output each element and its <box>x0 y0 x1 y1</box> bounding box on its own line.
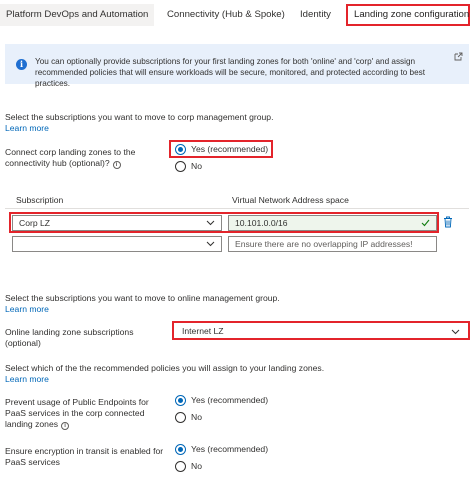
tab-identity[interactable]: Identity <box>294 4 337 26</box>
chevron-down-icon <box>206 220 215 226</box>
public-endpoints-label-line2: PaaS services in the corp connected <box>5 408 145 418</box>
new-address-input[interactable]: Ensure there are no overlapping IP addre… <box>228 236 437 252</box>
check-icon <box>421 219 430 227</box>
encryption-yes-radio[interactable] <box>175 444 186 455</box>
info-circle-icon[interactable]: i <box>112 161 121 169</box>
public-endpoints-label-line3: landing zones <box>5 419 59 429</box>
tab-landing-zone-configuration[interactable]: Landing zone configuration <box>346 4 470 26</box>
tab-platform-devops[interactable]: Platform DevOps and Automation <box>0 4 155 26</box>
tab-bar: Platform DevOps and Automation Connectiv… <box>0 0 474 30</box>
new-subscription-dropdown[interactable] <box>12 236 222 252</box>
online-subscriptions-label-line2: (optional) <box>5 338 41 348</box>
connect-corp-no-label: No <box>191 161 202 171</box>
corp-subscription-value: Corp LZ <box>19 218 51 228</box>
corp-address-input[interactable]: 10.101.0.0/16 <box>228 215 437 231</box>
public-endpoints-no-radio[interactable] <box>175 412 186 423</box>
encryption-no-radio[interactable] <box>175 461 186 472</box>
new-address-placeholder: Ensure there are no overlapping IP addre… <box>235 239 413 249</box>
subscription-column-header: Subscription <box>16 195 64 205</box>
online-learn-more-link[interactable]: Learn more <box>5 304 49 315</box>
policies-intro: Select which of the the recommended poli… <box>5 363 325 373</box>
delete-row-icon[interactable] <box>443 216 453 230</box>
encryption-label-line1: Ensure encryption in transit is enabled … <box>5 446 164 456</box>
encryption-yes-label: Yes (recommended) <box>191 444 269 454</box>
online-intro: Select the subscriptions you want to mov… <box>5 293 280 303</box>
corp-subscription-dropdown[interactable]: Corp LZ <box>12 215 222 231</box>
chevron-down-icon <box>451 329 460 335</box>
corp-address-value: 10.101.0.0/16 <box>235 218 288 228</box>
info-text: You can optionally provide subscriptions… <box>35 57 426 88</box>
connect-corp-no-radio[interactable] <box>175 161 186 172</box>
tab-connectivity[interactable]: Connectivity (Hub & Spoke) <box>161 4 291 26</box>
info-banner: i You can optionally provide subscriptio… <box>5 44 469 88</box>
connect-corp-yes-label: Yes (recommended) <box>191 144 269 154</box>
public-endpoints-yes-radio[interactable] <box>175 395 186 406</box>
corp-learn-more-link[interactable]: Learn more <box>5 123 49 134</box>
connect-corp-label-line1: Connect corp landing zones to the <box>5 147 136 157</box>
encryption-no-label: No <box>191 461 202 471</box>
connect-corp-yes-radio[interactable] <box>175 144 186 155</box>
online-subscriptions-value: Internet LZ <box>182 326 224 336</box>
info-icon: i <box>16 59 27 70</box>
connect-corp-label-line2: connectivity hub (optional)? <box>5 158 110 168</box>
online-subscriptions-dropdown[interactable]: Internet LZ <box>175 323 467 338</box>
connect-corp-label: connectivity hub (optional)? i <box>5 158 121 169</box>
corp-intro: Select the subscriptions you want to mov… <box>5 112 274 122</box>
chevron-down-icon <box>206 241 215 247</box>
vnet-column-header: Virtual Network Address space <box>232 195 349 205</box>
online-subscriptions-label-line1: Online landing zone subscriptions <box>5 327 134 337</box>
public-endpoints-yes-label: Yes (recommended) <box>191 395 269 405</box>
public-endpoints-label-line1: Prevent usage of Public Endpoints for <box>5 397 149 407</box>
external-link-icon[interactable] <box>454 52 463 63</box>
encryption-label-line2: PaaS services <box>5 457 60 467</box>
table-divider <box>5 208 469 209</box>
public-endpoints-label: landing zones i <box>5 419 70 430</box>
public-endpoints-no-label: No <box>191 412 202 422</box>
policies-learn-more-link[interactable]: Learn more <box>5 374 49 385</box>
info-circle-icon[interactable]: i <box>61 422 70 430</box>
